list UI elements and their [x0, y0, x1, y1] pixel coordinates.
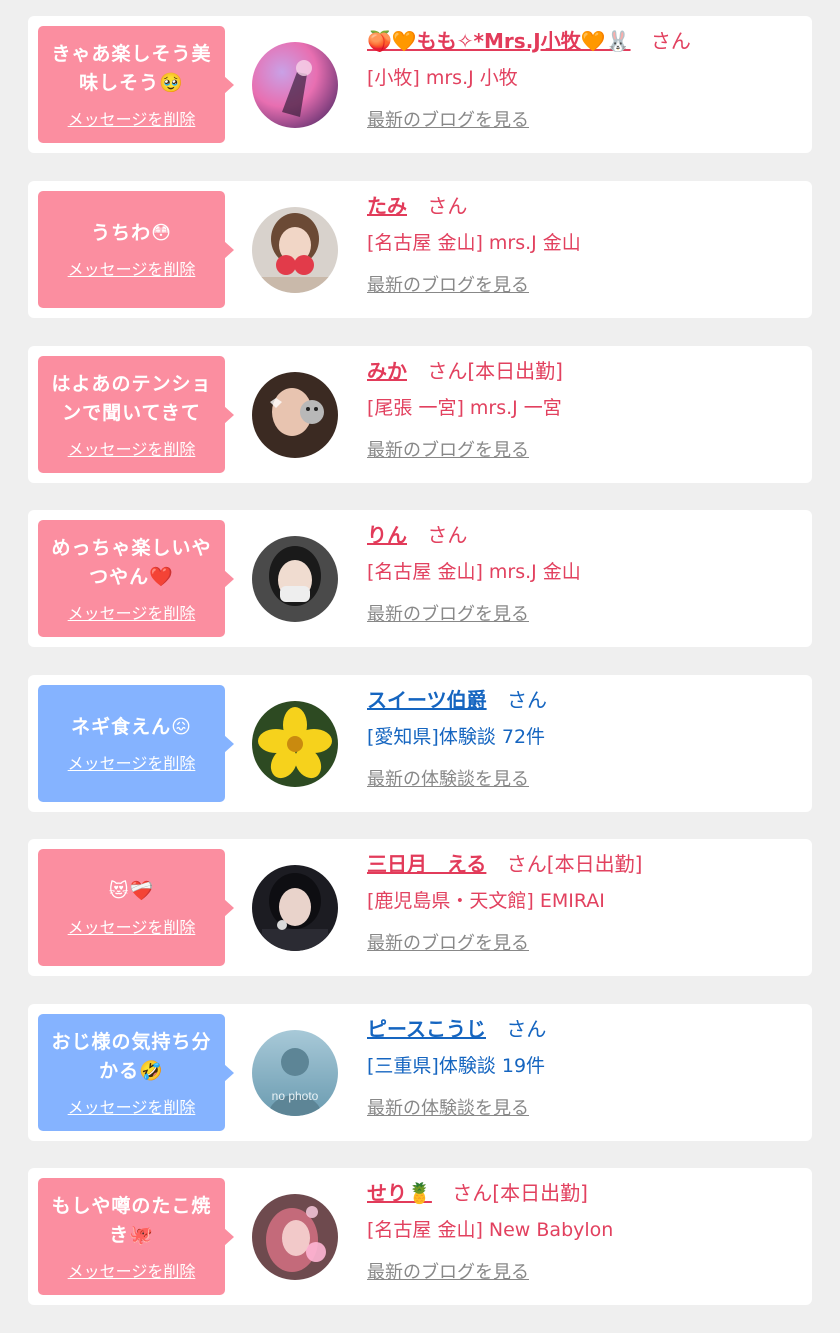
delete-message-link[interactable]: メッセージを削除 [68, 106, 196, 130]
name-suffix: さん [427, 523, 468, 547]
latest-review-link[interactable]: 最新の体験談を見る [367, 768, 807, 792]
message-text: もしや噂のたこ焼き🐙 [51, 1194, 212, 1246]
message-bubble: 😻❤️‍🩹 メッセージを削除 [38, 849, 234, 966]
store-label: [鹿児島県・天文館] EMIRAI [367, 890, 605, 912]
name-suffix: さん [506, 688, 547, 712]
delete-message-link[interactable]: メッセージを削除 [68, 1258, 196, 1282]
message-text: うちわ😳 [91, 222, 172, 244]
message-text: 😻❤️‍🩹 [108, 880, 155, 902]
message-bubble: おじ様の気持ち分かる🤣 メッセージを削除 [38, 1014, 234, 1131]
user-name-link[interactable]: みか [367, 359, 407, 383]
message-text: おじ様の気持ち分かる🤣 [51, 1030, 212, 1082]
user-avatar[interactable] [252, 701, 338, 787]
user-name-link[interactable]: たみ [367, 194, 407, 218]
avatar-image [252, 42, 338, 128]
message-list: きゃあ楽しそう美味しそう🥹 メッセージを削除 🍑🧡もも✧*Mrs.J小牧🧡🐰 さ… [0, 0, 840, 1333]
message-bubble: きゃあ楽しそう美味しそう🥹 メッセージを削除 [38, 26, 234, 143]
avatar-image [252, 207, 338, 293]
message-card: きゃあ楽しそう美味しそう🥹 メッセージを削除 🍑🧡もも✧*Mrs.J小牧🧡🐰 さ… [28, 16, 812, 153]
delete-message-link[interactable]: メッセージを削除 [68, 436, 196, 460]
message-bubble: はよあのテンションで聞いてきて メッセージを削除 [38, 356, 234, 473]
delete-message-link[interactable]: メッセージを削除 [68, 256, 196, 280]
user-avatar[interactable] [252, 372, 338, 458]
store-label: [名古屋 金山] New Babylon [367, 1219, 614, 1241]
user-name-link[interactable]: スイーツ伯爵 [367, 688, 487, 712]
latest-blog-link[interactable]: 最新のブログを見る [367, 439, 807, 463]
user-avatar[interactable]: no photo [252, 1030, 338, 1116]
message-bubble: もしや噂のたこ焼き🐙 メッセージを削除 [38, 1178, 234, 1295]
store-label: [尾張 一宮] mrs.J 一宮 [367, 397, 562, 419]
latest-blog-link[interactable]: 最新のブログを見る [367, 1261, 807, 1285]
delete-message-link[interactable]: メッセージを削除 [68, 914, 196, 938]
user-info: たみ さん [名古屋 金山] mrs.J 金山 最新のブログを見る [367, 189, 807, 298]
message-card: めっちゃ楽しいやつやん❤️ メッセージを削除 りん さん [名古屋 金山] mr… [28, 510, 812, 647]
user-info: ピースこうじ さん [三重県]体験談 19件 最新の体験談を見る [367, 1012, 807, 1121]
avatar-image [252, 1194, 338, 1280]
user-info: 三日月 える さん[本日出勤] [鹿児島県・天文館] EMIRAI 最新のブログ… [367, 847, 807, 956]
name-suffix: さん [506, 1017, 547, 1041]
user-info: せり🍍 さん[本日出勤] [名古屋 金山] New Babylon 最新のブログ… [367, 1176, 807, 1285]
avatar-image [252, 536, 338, 622]
name-suffix: さん[本日出勤] [427, 359, 563, 383]
user-info: りん さん [名古屋 金山] mrs.J 金山 最新のブログを見る [367, 518, 807, 627]
message-card: ネギ食えん😖 メッセージを削除 スイーツ伯爵 さん [愛知県]体験談 72件 最… [28, 675, 812, 812]
store-label: [愛知県]体験談 72件 [367, 726, 546, 748]
store-label: [小牧] mrs.J 小牧 [367, 67, 518, 89]
delete-message-link[interactable]: メッセージを削除 [68, 1094, 196, 1118]
message-card: おじ様の気持ち分かる🤣 メッセージを削除 no photo ピースこうじ さん … [28, 1004, 812, 1141]
message-text: めっちゃ楽しいやつやん❤️ [51, 536, 212, 588]
message-card: はよあのテンションで聞いてきて メッセージを削除 みか さん[本日出勤] [尾張… [28, 346, 812, 483]
no-photo-text: no photo [272, 1089, 319, 1103]
message-bubble: うちわ😳 メッセージを削除 [38, 191, 234, 308]
avatar-image [252, 865, 338, 951]
name-suffix: さん[本日出勤] [506, 852, 643, 876]
latest-blog-link[interactable]: 最新のブログを見る [367, 109, 807, 133]
user-avatar[interactable] [252, 536, 338, 622]
avatar-image [252, 701, 338, 787]
user-name-link[interactable]: せり🍍 [367, 1181, 432, 1205]
user-name-link[interactable]: 三日月 える [367, 852, 486, 876]
user-avatar[interactable] [252, 1194, 338, 1280]
delete-message-link[interactable]: メッセージを削除 [68, 750, 196, 774]
user-info: みか さん[本日出勤] [尾張 一宮] mrs.J 一宮 最新のブログを見る [367, 354, 807, 463]
avatar-image [252, 372, 338, 458]
user-avatar[interactable] [252, 865, 338, 951]
name-suffix: さん [427, 194, 468, 218]
store-label: [名古屋 金山] mrs.J 金山 [367, 232, 581, 254]
latest-blog-link[interactable]: 最新のブログを見る [367, 603, 807, 627]
name-suffix: さん [650, 29, 691, 53]
message-card: もしや噂のたこ焼き🐙 メッセージを削除 せり🍍 さん[本日出勤] [名古屋 金山… [28, 1168, 812, 1305]
user-info: スイーツ伯爵 さん [愛知県]体験談 72件 最新の体験談を見る [367, 683, 807, 792]
message-bubble: ネギ食えん😖 メッセージを削除 [38, 685, 234, 802]
store-label: [三重県]体験談 19件 [367, 1055, 546, 1077]
latest-review-link[interactable]: 最新の体験談を見る [367, 1097, 807, 1121]
latest-blog-link[interactable]: 最新のブログを見る [367, 274, 807, 298]
message-card: 😻❤️‍🩹 メッセージを削除 三日月 える さん[本日出勤] [鹿児島県・天文館… [28, 839, 812, 976]
delete-message-link[interactable]: メッセージを削除 [68, 600, 196, 624]
user-info: 🍑🧡もも✧*Mrs.J小牧🧡🐰 さん [小牧] mrs.J 小牧 最新のブログを… [367, 24, 807, 133]
message-text: きゃあ楽しそう美味しそう🥹 [51, 42, 212, 94]
message-text: ネギ食えん😖 [71, 716, 192, 738]
name-suffix: さん[本日出勤] [452, 1181, 588, 1205]
message-bubble: めっちゃ楽しいやつやん❤️ メッセージを削除 [38, 520, 234, 637]
avatar-image: no photo [252, 1030, 338, 1116]
user-name-link[interactable]: ピースこうじ [367, 1017, 486, 1041]
latest-blog-link[interactable]: 最新のブログを見る [367, 932, 807, 956]
user-avatar[interactable] [252, 207, 338, 293]
user-avatar[interactable] [252, 42, 338, 128]
user-name-link[interactable]: りん [367, 523, 407, 547]
store-label: [名古屋 金山] mrs.J 金山 [367, 561, 581, 583]
user-name-link[interactable]: 🍑🧡もも✧*Mrs.J小牧🧡🐰 [367, 29, 631, 53]
message-text: はよあのテンションで聞いてきて [51, 372, 212, 424]
message-card: うちわ😳 メッセージを削除 たみ さん [名古屋 金山] mrs.J 金山 最新… [28, 181, 812, 318]
